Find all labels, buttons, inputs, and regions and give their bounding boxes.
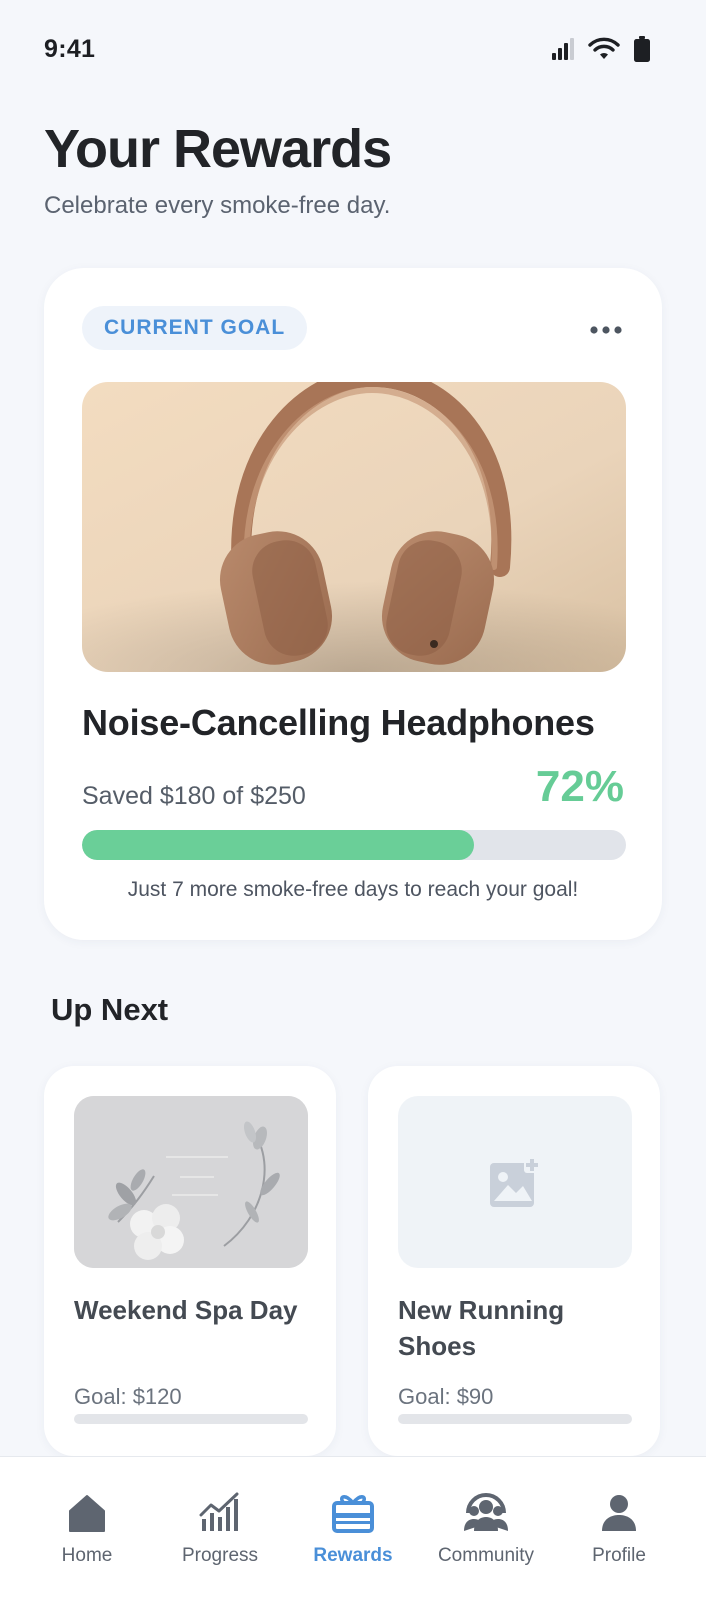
more-options-button[interactable]: [586, 310, 626, 350]
goal-note: Just 7 more smoke-free days to reach you…: [127, 878, 579, 901]
headphones-photo: [82, 382, 626, 672]
tab-profile[interactable]: Profile: [554, 1457, 684, 1600]
cellular-signal-icon: [552, 38, 574, 60]
goal-percent: 72%: [535, 762, 624, 811]
reward-card-spa[interactable]: Weekend Spa Day Goal: $120: [44, 1066, 336, 1456]
tab-label: Progress: [181, 1545, 259, 1566]
reward-goal: Goal: $90: [398, 1384, 494, 1409]
status-bar: 9:41: [0, 0, 706, 100]
tab-bar: Home Progress Rewards Community Profile: [0, 1456, 706, 1600]
rewards-screen: 9:41 Your Rewards Celebrate every smoke-…: [0, 0, 706, 1600]
chart-icon: [199, 1492, 239, 1531]
goal-saved-amount: Saved $180 of $250: [82, 782, 306, 810]
reward-name: New Running Shoes: [398, 1295, 565, 1361]
spa-gift-card-photo: [74, 1096, 308, 1268]
image-placeholder: [398, 1096, 632, 1268]
tab-label: Profile: [592, 1545, 646, 1566]
group-icon: [464, 1493, 508, 1531]
reward-name: Weekend Spa Day: [74, 1295, 298, 1325]
tab-label: Rewards: [313, 1545, 393, 1566]
current-goal-card: CURRENT GOAL Noise-Cancelling Headphones…: [44, 268, 662, 940]
reward-progress-bar: [398, 1414, 632, 1424]
page-title: Your Rewards: [44, 119, 392, 179]
more-horizontal-icon: [590, 326, 622, 334]
reward-progress-bar: [74, 1414, 308, 1424]
tab-community[interactable]: Community: [421, 1457, 551, 1600]
status-time: 9:41: [44, 35, 96, 63]
page-subtitle: Celebrate every smoke-free day.: [44, 192, 391, 219]
battery-icon: [634, 36, 650, 62]
reward-card-running-shoes[interactable]: New Running Shoes Goal: $90: [368, 1066, 660, 1456]
current-goal-badge: CURRENT GOAL: [82, 306, 308, 350]
tab-rewards[interactable]: Rewards: [288, 1457, 418, 1600]
goal-name: Noise-Cancelling Headphones: [82, 702, 595, 743]
status-icons: [552, 36, 650, 62]
home-icon: [69, 1495, 105, 1532]
reward-goal: Goal: $120: [74, 1384, 182, 1409]
tab-home[interactable]: Home: [22, 1457, 152, 1600]
wifi-icon: [588, 37, 620, 61]
tab-label: Community: [437, 1545, 535, 1566]
goal-progress-bar: [82, 830, 626, 860]
tab-progress[interactable]: Progress: [155, 1457, 285, 1600]
gift-icon: [332, 1495, 374, 1533]
goal-progress-fill: [82, 830, 474, 860]
person-icon: [602, 1495, 636, 1531]
up-next-title: Up Next: [51, 992, 169, 1027]
tab-label: Home: [61, 1545, 113, 1566]
add-image-icon: [490, 1157, 540, 1207]
